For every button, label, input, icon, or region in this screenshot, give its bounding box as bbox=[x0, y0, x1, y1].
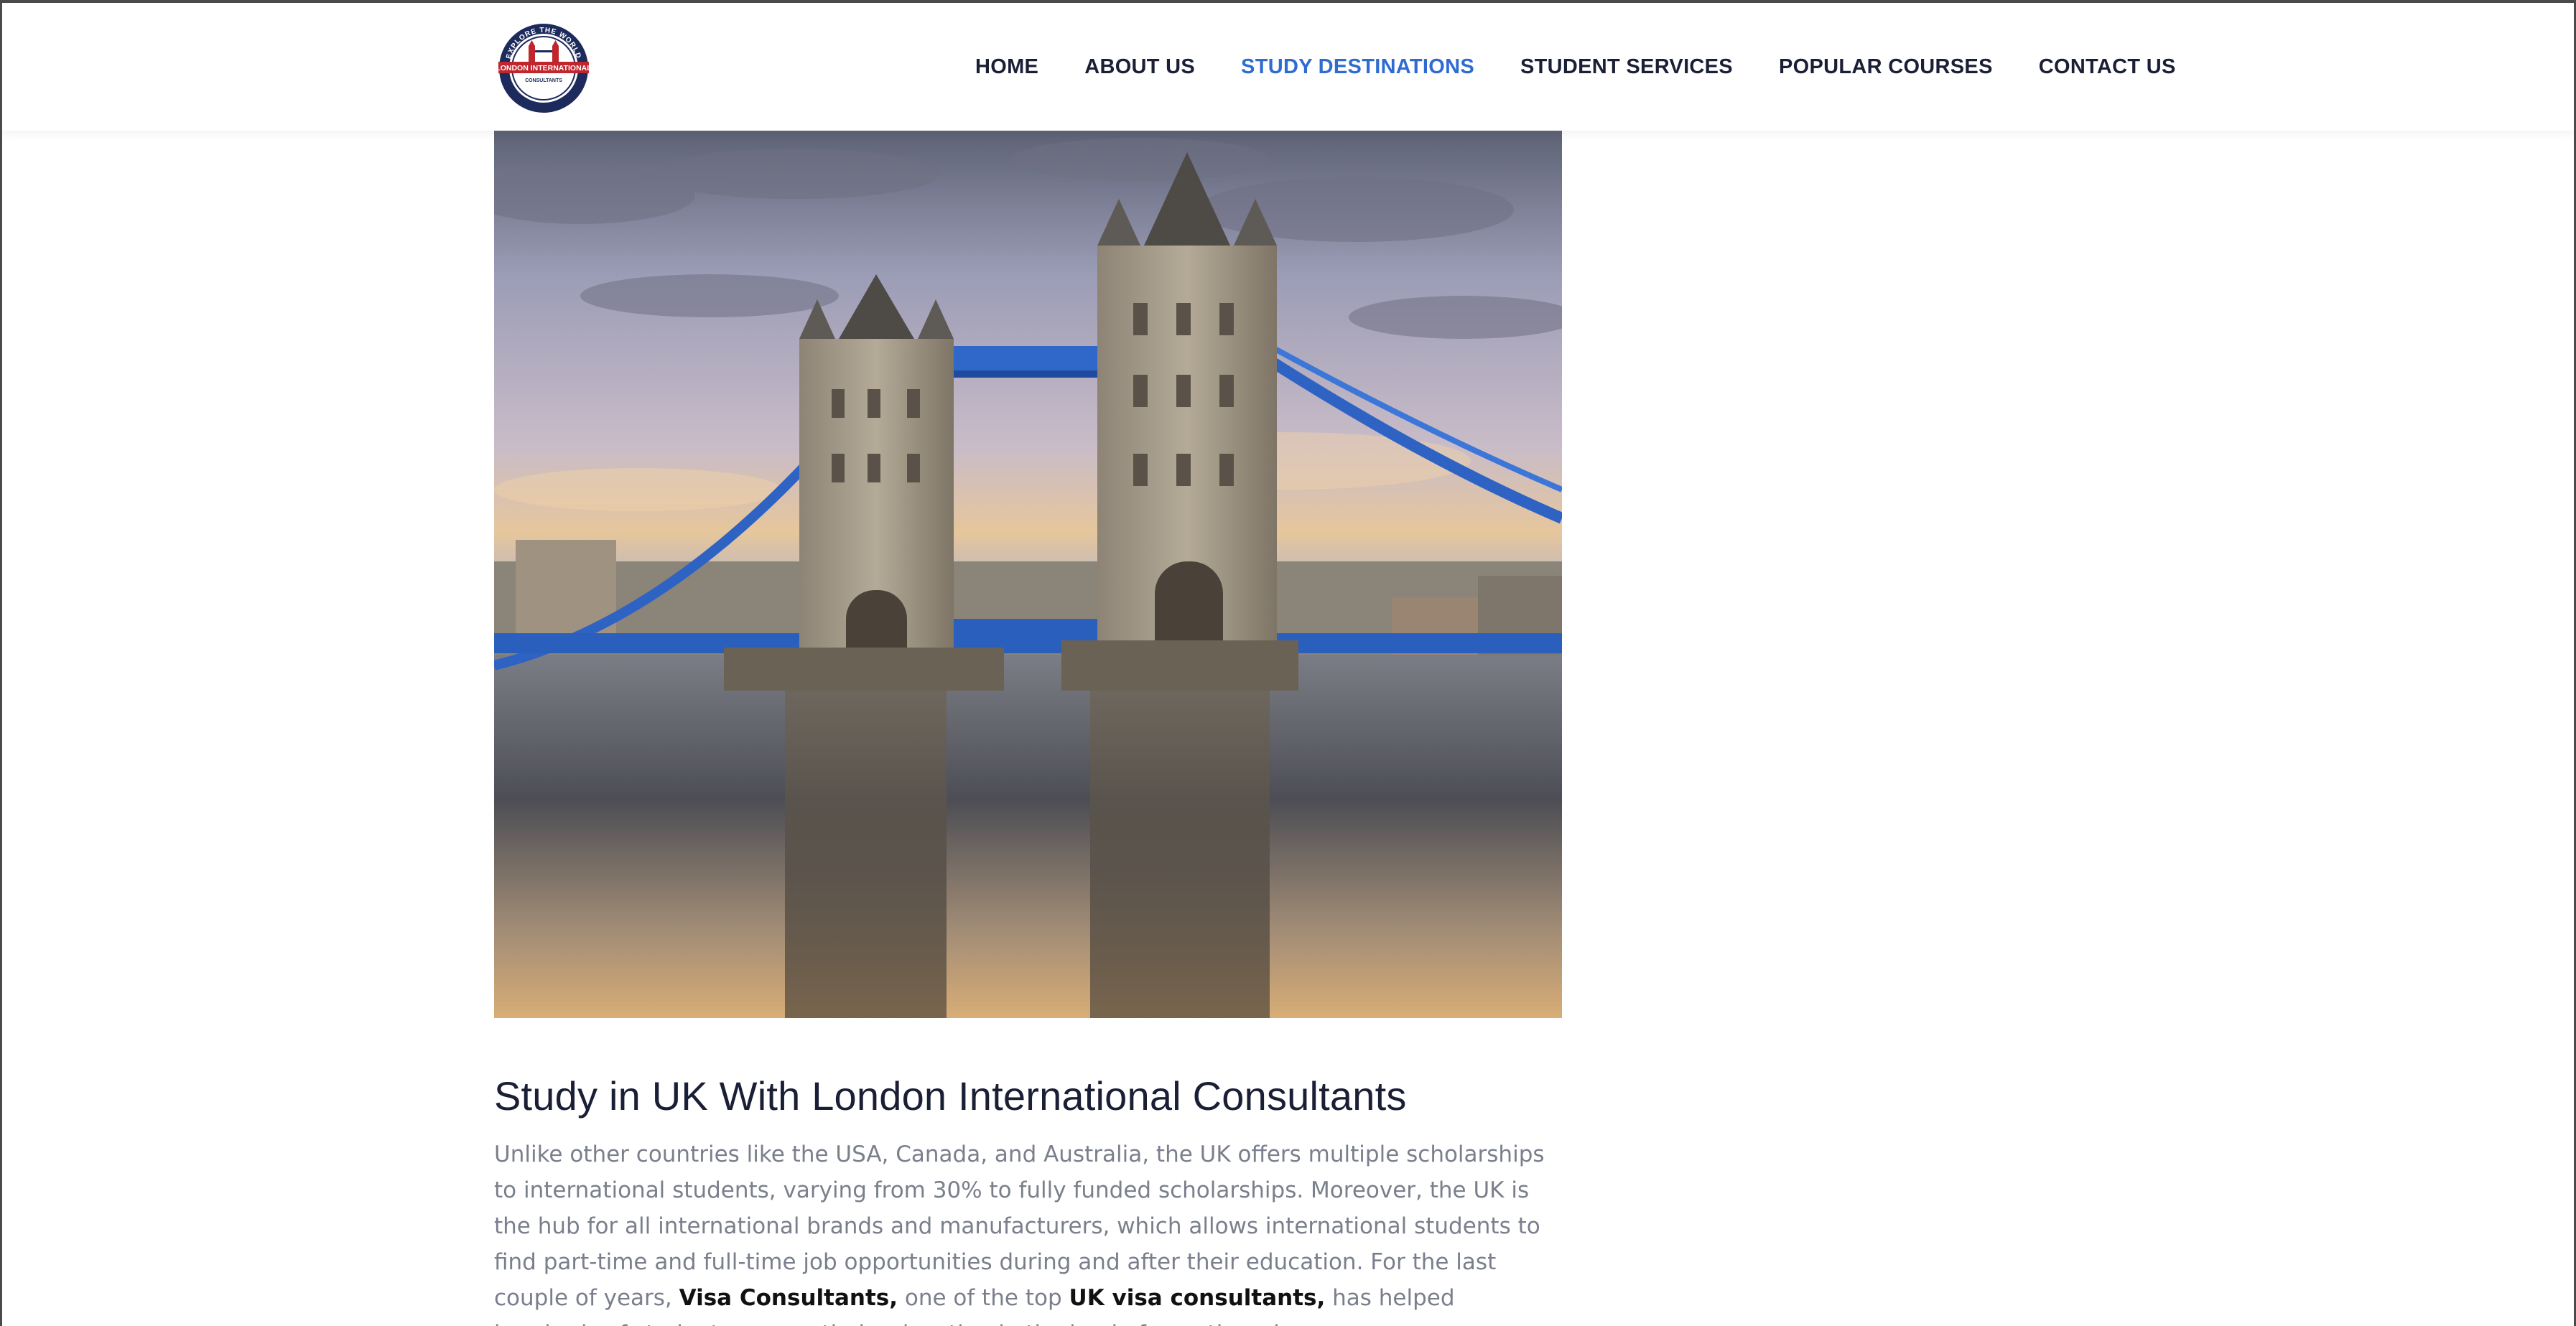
nav-about-us[interactable]: ABOUT US bbox=[1084, 55, 1195, 79]
logo-band-text: LONDON INTERNATIONAL bbox=[496, 64, 592, 73]
site-header: EXPLORE THE WORLD LONDON INTERNATIONAL C… bbox=[2, 3, 2574, 131]
logo-sub-text: CONSULTANTS bbox=[525, 78, 562, 83]
uk-visa-consultants-link[interactable]: UK visa consultants, bbox=[1069, 1285, 1326, 1311]
paragraph-text-2: one of the top bbox=[898, 1285, 1069, 1311]
nav-student-services[interactable]: STUDENT SERVICES bbox=[1520, 55, 1733, 79]
nav-contact-us[interactable]: CONTACT US bbox=[2039, 55, 2176, 79]
site-logo[interactable]: EXPLORE THE WORLD LONDON INTERNATIONAL C… bbox=[493, 22, 595, 115]
nav-home[interactable]: HOME bbox=[975, 55, 1038, 79]
nav-study-destinations[interactable]: STUDY DESTINATIONS bbox=[1241, 55, 1474, 79]
nav-popular-courses[interactable]: POPULAR COURSES bbox=[1779, 55, 1993, 79]
visa-consultants-link[interactable]: Visa Consultants, bbox=[679, 1285, 898, 1311]
article: Study in UK With London International Co… bbox=[494, 1073, 1562, 1326]
article-paragraph: Unlike other countries like the USA, Can… bbox=[494, 1136, 1562, 1326]
browser-viewport: EXPLORE THE WORLD LONDON INTERNATIONAL C… bbox=[0, 0, 2576, 1326]
article-title: Study in UK With London International Co… bbox=[494, 1073, 1407, 1119]
main-nav: HOME ABOUT US STUDY DESTINATIONS STUDENT… bbox=[975, 3, 2176, 131]
hero-image-tower-bridge bbox=[494, 131, 1562, 1018]
